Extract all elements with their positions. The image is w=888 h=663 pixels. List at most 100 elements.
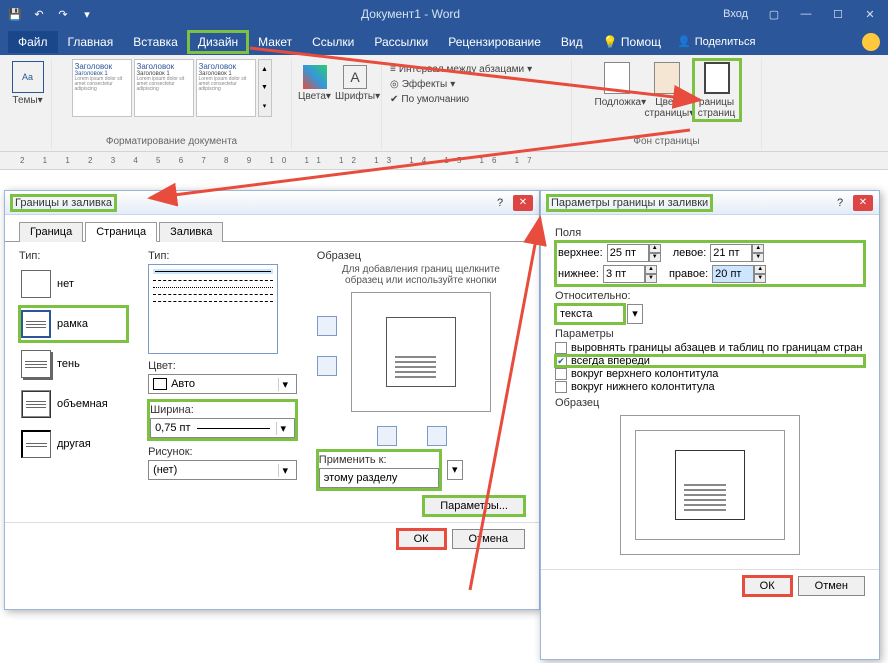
preview-hint: Для добавления границ щелкните образец и… bbox=[317, 264, 525, 286]
tab-tell-me[interactable]: 💡 Помощ bbox=[593, 31, 671, 53]
preview-box[interactable] bbox=[351, 292, 491, 412]
art-label: Рисунок: bbox=[148, 446, 297, 458]
gallery-more-icon[interactable]: ▾ bbox=[259, 102, 271, 110]
tab-review[interactable]: Рецензирование bbox=[438, 31, 551, 53]
checkbox-around-header[interactable]: вокруг верхнего колонтитула bbox=[555, 368, 865, 380]
tab-references[interactable]: Ссылки bbox=[302, 31, 364, 53]
page-color-button[interactable]: Цвет страницы▾ bbox=[643, 59, 691, 121]
maximize-icon[interactable]: ☐ bbox=[824, 3, 852, 25]
save-icon[interactable]: 💾 bbox=[4, 3, 26, 25]
ribbon-tabs: Файл Главная Вставка Дизайн Макет Ссылки… bbox=[0, 28, 888, 55]
tab-file[interactable]: Файл bbox=[8, 31, 58, 53]
tab-mailings[interactable]: Рассылки bbox=[364, 31, 438, 53]
border-right-toggle[interactable] bbox=[427, 426, 447, 446]
margin-right-input[interactable] bbox=[712, 265, 754, 283]
color-combo[interactable]: Авто▾ bbox=[148, 374, 297, 394]
group-label-page-background: Фон страницы bbox=[633, 134, 699, 149]
page-borders-icon bbox=[704, 62, 730, 94]
border-type-3d[interactable]: объемная bbox=[19, 386, 128, 422]
dialog-help-icon[interactable]: ? bbox=[491, 197, 509, 209]
tab-design[interactable]: Дизайн bbox=[188, 31, 248, 53]
tab-border[interactable]: Граница bbox=[19, 222, 83, 242]
tab-home[interactable]: Главная bbox=[58, 31, 124, 53]
spin-up-icon[interactable]: ▲ bbox=[649, 244, 661, 253]
dialog-close-icon[interactable]: ✕ bbox=[853, 195, 873, 211]
qat-customize-icon[interactable]: ▾ bbox=[76, 3, 98, 25]
set-default-button[interactable]: ✔ По умолчанию bbox=[388, 93, 534, 106]
gallery-up-icon[interactable]: ▲ bbox=[259, 66, 271, 73]
spin-down-icon[interactable]: ▼ bbox=[754, 274, 766, 283]
spin-down-icon[interactable]: ▼ bbox=[645, 274, 657, 283]
gallery-down-icon[interactable]: ▼ bbox=[259, 84, 271, 91]
border-type-box[interactable]: рамка bbox=[19, 306, 128, 342]
style-label: Тип: bbox=[148, 250, 297, 262]
theme-thumb[interactable]: ЗаголовокЗаголовок 1Lorem ipsum dolor si… bbox=[72, 59, 132, 117]
dialog-borders-shading: Границы и заливка ? ✕ Граница Страница З… bbox=[4, 190, 540, 610]
feedback-icon[interactable] bbox=[862, 33, 880, 51]
color-label: Цвет: bbox=[148, 360, 297, 372]
page-borders-button[interactable]: раницы страниц bbox=[693, 59, 741, 121]
close-icon[interactable]: ✕ bbox=[856, 3, 884, 25]
spin-up-icon[interactable]: ▲ bbox=[754, 265, 766, 274]
spin-down-icon[interactable]: ▼ bbox=[649, 253, 661, 262]
document-formatting-gallery[interactable]: ЗаголовокЗаголовок 1Lorem ipsum dolor si… bbox=[72, 59, 272, 117]
tab-page-border[interactable]: Страница bbox=[85, 222, 157, 242]
preview-box bbox=[620, 415, 800, 555]
dropdown-arrow-icon[interactable]: ▾ bbox=[627, 304, 643, 324]
undo-icon[interactable]: ↶ bbox=[28, 3, 50, 25]
art-combo[interactable]: (нет)▾ bbox=[148, 460, 297, 480]
window-title: Документ1 - Word bbox=[98, 7, 723, 21]
ribbon-options-icon[interactable]: ▢ bbox=[760, 3, 788, 25]
spin-up-icon[interactable]: ▲ bbox=[752, 244, 764, 253]
colors-button[interactable]: Цвета▾ bbox=[298, 63, 331, 102]
tab-shading[interactable]: Заливка bbox=[159, 222, 223, 242]
margin-bottom-label: нижнее: bbox=[558, 268, 599, 280]
dropdown-arrow-icon: ▾ bbox=[278, 464, 292, 477]
themes-button[interactable]: Aa Темы▾ bbox=[8, 59, 48, 106]
login-link[interactable]: Вход bbox=[723, 8, 748, 20]
spin-down-icon[interactable]: ▼ bbox=[752, 253, 764, 262]
checkbox-around-footer[interactable]: вокруг нижнего колонтитула bbox=[555, 381, 865, 393]
fonts-button[interactable]: AШрифты▾ bbox=[335, 63, 375, 102]
dialog-help-icon[interactable]: ? bbox=[831, 197, 849, 209]
border-top-toggle[interactable] bbox=[317, 316, 337, 336]
checkbox-always-front[interactable]: ✔всегда впереди bbox=[555, 355, 865, 367]
apply-to-arrow[interactable]: ▾ bbox=[447, 460, 463, 480]
margin-left-label: левое: bbox=[673, 247, 707, 259]
params-label: Параметры bbox=[555, 328, 865, 340]
line-style-list[interactable] bbox=[148, 264, 278, 354]
border-left-toggle[interactable] bbox=[377, 426, 397, 446]
margin-left-input[interactable] bbox=[710, 244, 752, 262]
watermark-button[interactable]: Подложка▾ bbox=[593, 59, 641, 121]
margin-bottom-input[interactable] bbox=[603, 265, 645, 283]
border-type-none[interactable]: нет bbox=[19, 266, 128, 302]
margin-top-input[interactable] bbox=[607, 244, 649, 262]
cancel-button[interactable]: Отмен bbox=[798, 576, 865, 596]
relative-to-combo[interactable]: текста bbox=[555, 304, 625, 324]
border-type-shadow[interactable]: тень bbox=[19, 346, 128, 382]
tab-insert[interactable]: Вставка bbox=[123, 31, 188, 53]
ok-button[interactable]: ОК bbox=[397, 529, 446, 549]
options-button[interactable]: Параметры... bbox=[423, 496, 525, 516]
tab-layout[interactable]: Макет bbox=[248, 31, 302, 53]
apply-to-combo[interactable]: этому разделу bbox=[319, 468, 439, 488]
theme-thumb[interactable]: ЗаголовокЗаголовок 1Lorem ipsum dolor si… bbox=[134, 59, 194, 117]
redo-icon[interactable]: ↷ bbox=[52, 3, 74, 25]
cancel-button[interactable]: Отмена bbox=[452, 529, 525, 549]
effects-button[interactable]: ◎ Эффекты▾ bbox=[388, 78, 534, 91]
ok-button[interactable]: ОК bbox=[743, 576, 792, 596]
share-button[interactable]: 👤 Поделиться bbox=[671, 33, 761, 50]
tab-view[interactable]: Вид bbox=[551, 31, 593, 53]
spin-up-icon[interactable]: ▲ bbox=[645, 265, 657, 274]
theme-thumb[interactable]: ЗаголовокЗаголовок 1Lorem ipsum dolor si… bbox=[196, 59, 256, 117]
checkbox-align-borders[interactable]: выровнять границы абзацев и таблиц по гр… bbox=[555, 342, 865, 354]
border-bottom-toggle[interactable] bbox=[317, 356, 337, 376]
paragraph-spacing-button[interactable]: ≡ Интервал между абзацами▾ bbox=[388, 63, 534, 76]
dialog-close-icon[interactable]: ✕ bbox=[513, 195, 533, 211]
dialog-title: Границы и заливка bbox=[11, 195, 116, 211]
minimize-icon[interactable]: — bbox=[792, 3, 820, 25]
dialog-border-options: Параметры границы и заливки ? ✕ Поля вер… bbox=[540, 190, 880, 660]
border-type-custom[interactable]: другая bbox=[19, 426, 128, 462]
preview-label: Образец bbox=[317, 250, 525, 262]
width-combo[interactable]: 0,75 пт▾ bbox=[150, 418, 295, 438]
